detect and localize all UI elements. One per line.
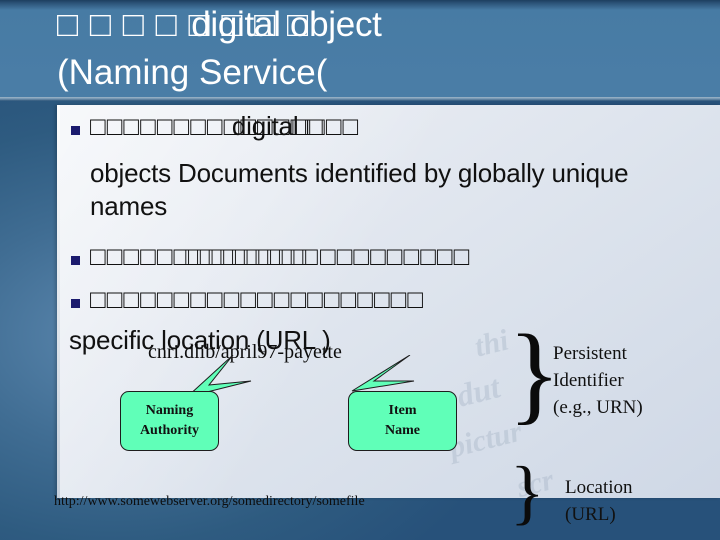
bullet-3-continuation: specific location (URL ): [69, 325, 331, 355]
bullet-marker: [71, 126, 80, 135]
watermark-scr: scr: [513, 463, 557, 498]
bullet-2-line-1: □□□□□□□□□□□□□□□□□ □□□□□□□□□: [90, 240, 470, 273]
bullet-1-continuation: objects Documents identified by globally…: [90, 158, 629, 221]
bullet-1-latin: digital: [231, 111, 299, 141]
bullet-marker: [71, 299, 80, 308]
bullet-1-missing-glyphs-tail: □□□□: [292, 111, 360, 141]
title-latin-text: digital object: [191, 5, 382, 44]
watermark-pictur: pictur: [445, 414, 526, 465]
bullet-marker: [71, 256, 80, 265]
bullet-2-missing-glyphs-narrow: □□□□□□□□□□□□: [173, 241, 318, 271]
watermark-thi: thi: [471, 323, 512, 364]
slide-title-band: □ □ □ □ □ □ □ □digital object (Naming Se…: [0, 0, 720, 101]
bullet-2-missing-glyphs-left: □□□□□: [90, 241, 174, 271]
bullet-1-line-1: □□□□□□□□□□□□□□digital□□□□: [90, 110, 359, 143]
slide-content-panel: thi dut pictur scr □□□□□□□□□□□□□□digital…: [57, 105, 720, 498]
watermark-dut: dut: [453, 368, 504, 414]
page-subtitle: (Naming Service(: [57, 53, 328, 92]
panel-left-edge: [57, 105, 60, 498]
page-title: □ □ □ □ □ □ □ □digital object: [57, 2, 717, 47]
bullet-3-line-1: □□□□□□□□□□□□□□□□□□□□: [90, 283, 424, 316]
bullet-2-missing-glyphs-right: □□□□□□□□□: [319, 241, 471, 271]
bullet-3-missing-glyphs: □□□□□□□□□□□□□□□□□□□□: [90, 284, 425, 314]
presentation-slide: □ □ □ □ □ □ □ □digital object (Naming Se…: [0, 0, 720, 540]
location-line-2: (URL): [565, 504, 616, 525]
